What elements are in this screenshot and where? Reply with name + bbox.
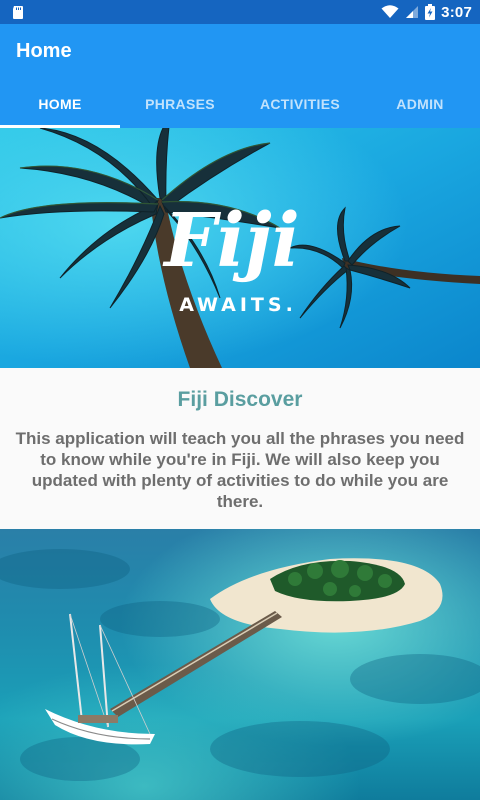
fiji-logo-tagline: AWAITS. [179,294,297,316]
page-title: Home [16,40,72,62]
tab-home[interactable]: HOME [0,80,120,128]
island-photo [0,529,480,800]
wifi-icon [381,5,399,18]
battery-charging-icon [425,4,436,20]
hero-image: Fiji AWAITS. [0,128,480,368]
hero-banner: Fiji AWAITS. [0,128,480,368]
home-screen: 3:07 Home HOME PHRASES ACTIVITIES ADMIN [0,0,480,800]
clock: 3:07 [441,3,472,21]
tab-phrases[interactable]: PHRASES [120,80,240,128]
fiji-logo-script: Fiji [162,198,300,284]
status-icons: 3:07 [381,0,472,24]
island-image [0,529,480,800]
tab-bar: HOME PHRASES ACTIVITIES ADMIN [0,80,480,128]
tab-activities[interactable]: ACTIVITIES [240,80,360,128]
app-bar: Home HOME PHRASES ACTIVITIES ADMIN [0,24,480,128]
intro-section: Fiji Discover This application will teac… [0,368,480,529]
status-bar: 3:07 [0,0,480,24]
intro-body: This application will teach you all the … [15,429,465,511]
signal-icon [406,6,419,18]
intro-heading: Fiji Discover [177,388,303,411]
tab-admin[interactable]: ADMIN [360,80,480,128]
sd-card-icon [13,6,23,19]
